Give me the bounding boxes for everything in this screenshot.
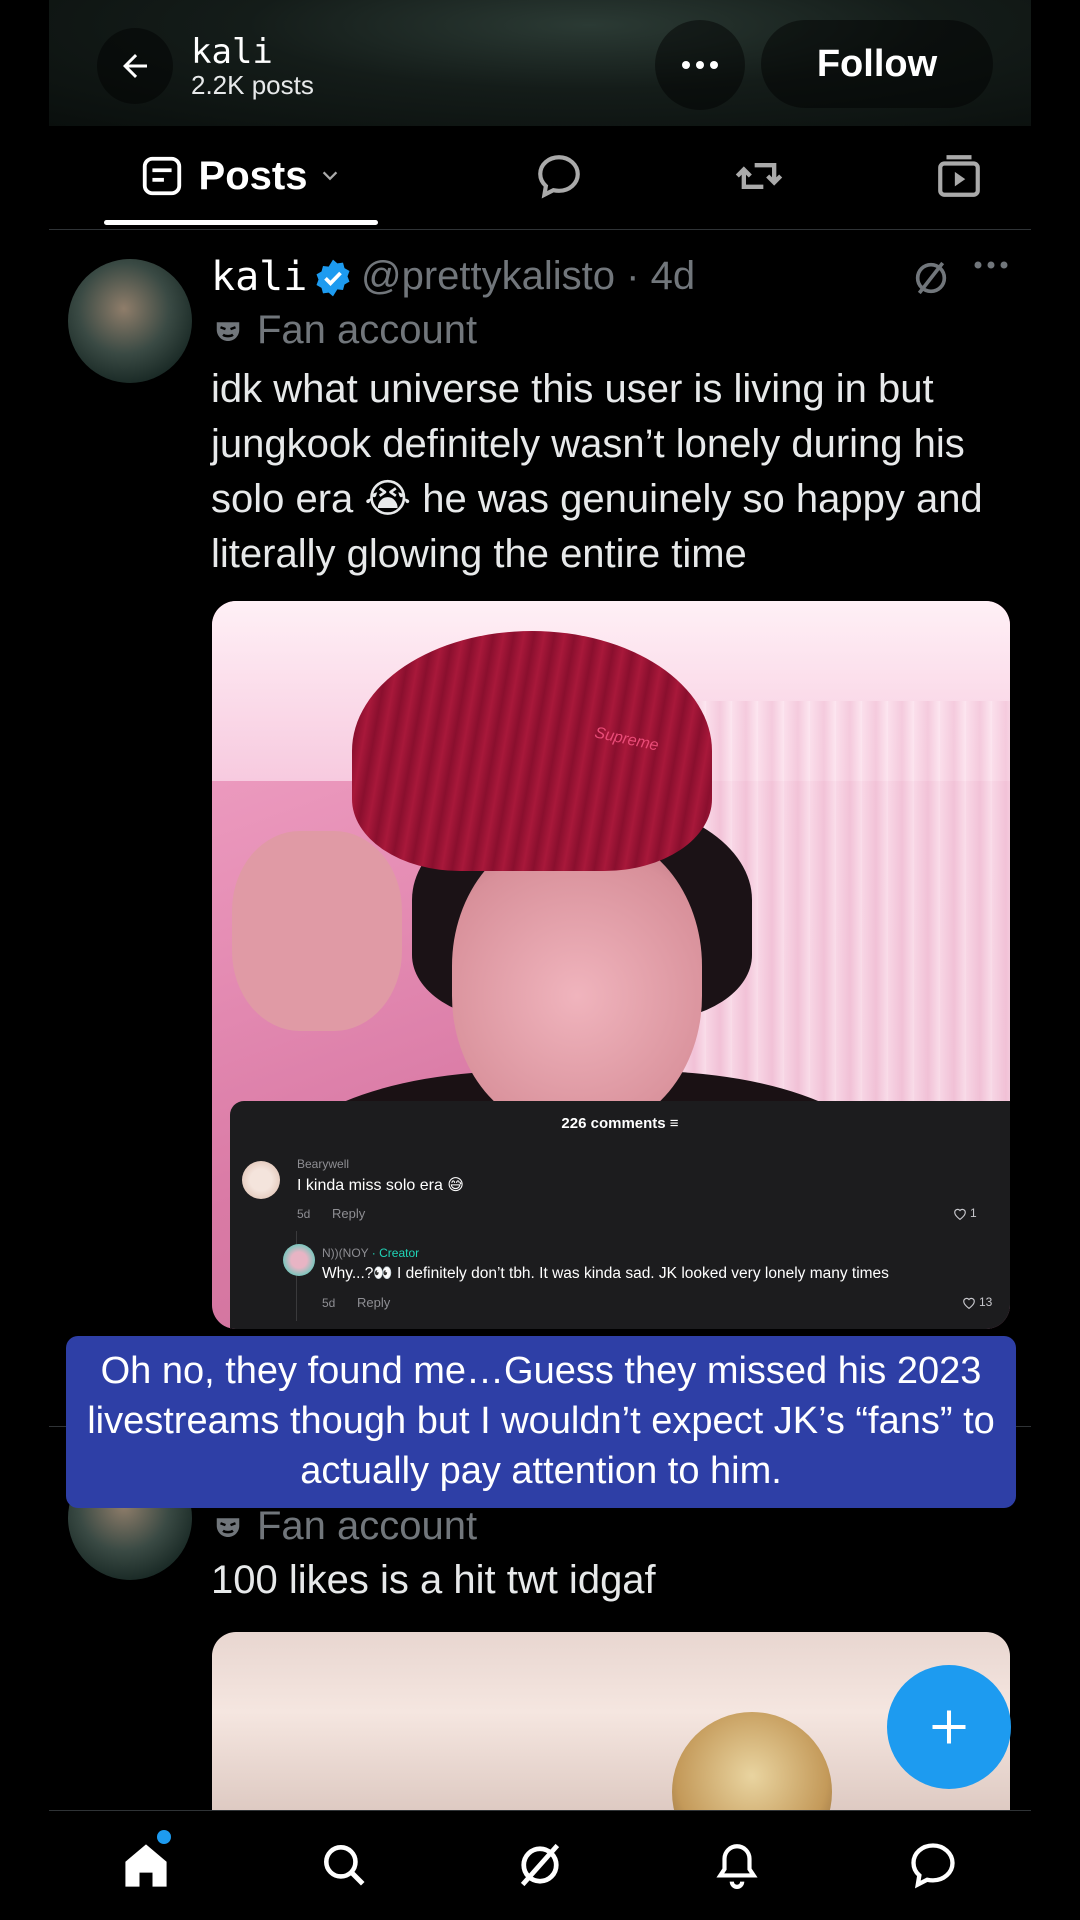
more-icon [682, 61, 718, 69]
comment1-reply[interactable]: Reply [332, 1206, 365, 1221]
media-face [452, 831, 702, 1131]
comment2-avatar [283, 1244, 315, 1276]
tab-posts[interactable]: Posts [105, 126, 375, 226]
tweet1-handle-time: @prettykalisto · 4d [361, 254, 696, 298]
app-frame: kali 2.2K posts Follow Posts kali @prett… [49, 0, 1031, 1920]
nav-home[interactable] [116, 1835, 176, 1895]
chevron-down-icon [323, 171, 338, 181]
tweet1-more-icon[interactable] [973, 260, 1009, 270]
bottom-nav [49, 1810, 1031, 1920]
comment1-age: 5d [297, 1207, 311, 1221]
messages-icon [911, 1843, 955, 1889]
tweet1-text: idk what universe this user is living in… [211, 367, 983, 576]
media-hand [232, 831, 402, 1031]
profile-header: kali 2.2K posts Follow [49, 0, 1031, 126]
profile-tabs: Posts [49, 126, 1031, 230]
tweet1-badge: Fan account [213, 308, 477, 353]
search-icon [324, 1845, 365, 1886]
comment2-age: 5d [322, 1296, 336, 1310]
tab-underline [104, 220, 378, 225]
comments-panel: 226 comments ≡ Bearywell I kinda miss so… [230, 1101, 1010, 1329]
reposts-icon [735, 163, 783, 189]
media-beanie [352, 631, 712, 871]
tweet1-badge-label: Fan account [257, 308, 478, 352]
comment2-user: N))(NOY · Creator [322, 1246, 420, 1260]
nav-search[interactable] [314, 1835, 374, 1895]
comment1-text: I kinda miss solo era 😅 [297, 1177, 464, 1194]
grok-icon[interactable] [911, 258, 951, 298]
replies-icon [538, 155, 580, 199]
grok-nav-icon [520, 1843, 560, 1887]
tab-posts-label: Posts [198, 153, 308, 198]
tweet1-media[interactable]: Supreme 226 comments ≡ Bearywell I kinda… [212, 601, 1010, 1329]
heart-icon [954, 1208, 966, 1220]
fan-mask-icon [216, 1517, 240, 1537]
comment1-avatar [242, 1161, 280, 1199]
header-name: kali [191, 32, 273, 72]
bell-icon [716, 1844, 758, 1889]
back-button[interactable] [97, 28, 173, 104]
tweet1-avatar[interactable] [68, 259, 192, 383]
heart-icon [963, 1297, 975, 1309]
compose-plus-icon [932, 1710, 966, 1744]
comment2-reply[interactable]: Reply [357, 1295, 390, 1310]
media-icon [938, 155, 980, 197]
comment2-text: Why...?👀 I definitely don’t tbh. It was … [322, 1265, 889, 1282]
tweet2-badge: Fan account [213, 1504, 477, 1549]
nav-grok[interactable] [510, 1835, 570, 1895]
tweet2-text: 100 likes is a hit twt idgaf [211, 1558, 656, 1602]
comment1-user: Bearywell [297, 1157, 350, 1171]
comment2-like[interactable]: 13 [962, 1295, 992, 1309]
back-arrow-icon [123, 54, 147, 78]
tab-media[interactable] [909, 126, 1009, 226]
home-notification-dot [157, 1830, 171, 1844]
tweet1-display-name[interactable]: kali [211, 254, 307, 300]
more-button[interactable] [655, 20, 745, 110]
comments-header: 226 comments ≡ [561, 1115, 679, 1132]
nav-messages[interactable] [903, 1835, 963, 1895]
compose-button[interactable] [887, 1665, 1011, 1789]
fan-mask-icon [216, 321, 240, 341]
tab-replies[interactable] [509, 126, 609, 226]
nav-notifications[interactable] [707, 1835, 767, 1895]
comment1-like[interactable]: 1 [953, 1206, 977, 1220]
tab-reposts[interactable] [709, 126, 809, 226]
header-post-count: 2.2K posts [191, 70, 314, 100]
overlay-caption: Oh no, they found me…Guess they missed h… [66, 1336, 1016, 1508]
tweet2-badge-label: Fan account [257, 1504, 478, 1548]
verified-icon [316, 259, 350, 297]
follow-button[interactable]: Follow [761, 20, 993, 108]
posts-tab-icon [142, 156, 181, 196]
home-icon [125, 1844, 167, 1887]
